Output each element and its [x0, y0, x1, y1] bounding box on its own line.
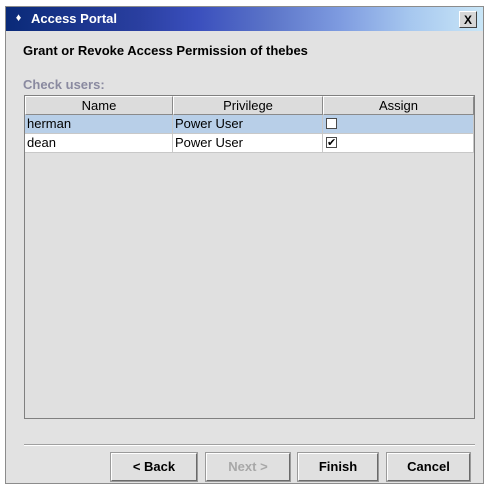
- assign-checkbox[interactable]: [326, 134, 337, 152]
- access-portal-icon: ♦: [15, 12, 22, 24]
- user-name-cell[interactable]: herman: [25, 115, 173, 134]
- table-header: Name Privilege Assign: [25, 96, 474, 115]
- column-header-privilege[interactable]: Privilege: [173, 96, 323, 115]
- back-button[interactable]: < Back: [110, 452, 198, 482]
- close-button[interactable]: X: [459, 11, 477, 28]
- title-bar[interactable]: ♦ Access Portal X: [6, 7, 483, 31]
- table-row[interactable]: dean Power User: [25, 134, 474, 153]
- cancel-button[interactable]: Cancel: [386, 452, 471, 482]
- assign-checkbox[interactable]: [326, 118, 337, 129]
- column-header-assign[interactable]: Assign: [323, 96, 474, 115]
- window-title: Access Portal: [31, 11, 117, 26]
- divider: [24, 444, 475, 446]
- table-row[interactable]: herman Power User: [25, 115, 474, 134]
- users-table: Name Privilege Assign herman Power User …: [24, 95, 475, 419]
- column-header-name[interactable]: Name: [25, 96, 173, 115]
- privilege-cell[interactable]: Power User: [173, 134, 323, 153]
- next-button: Next >: [205, 452, 291, 482]
- privilege-cell[interactable]: Power User: [173, 115, 323, 134]
- user-name-cell[interactable]: dean: [25, 134, 173, 153]
- assign-cell[interactable]: [323, 134, 474, 153]
- check-users-label: Check users:: [23, 77, 105, 92]
- finish-button[interactable]: Finish: [297, 452, 379, 482]
- assign-cell[interactable]: [323, 115, 474, 134]
- access-portal-dialog: ♦ Access Portal X Grant or Revoke Access…: [5, 6, 484, 484]
- page-heading: Grant or Revoke Access Permission of the…: [23, 43, 308, 58]
